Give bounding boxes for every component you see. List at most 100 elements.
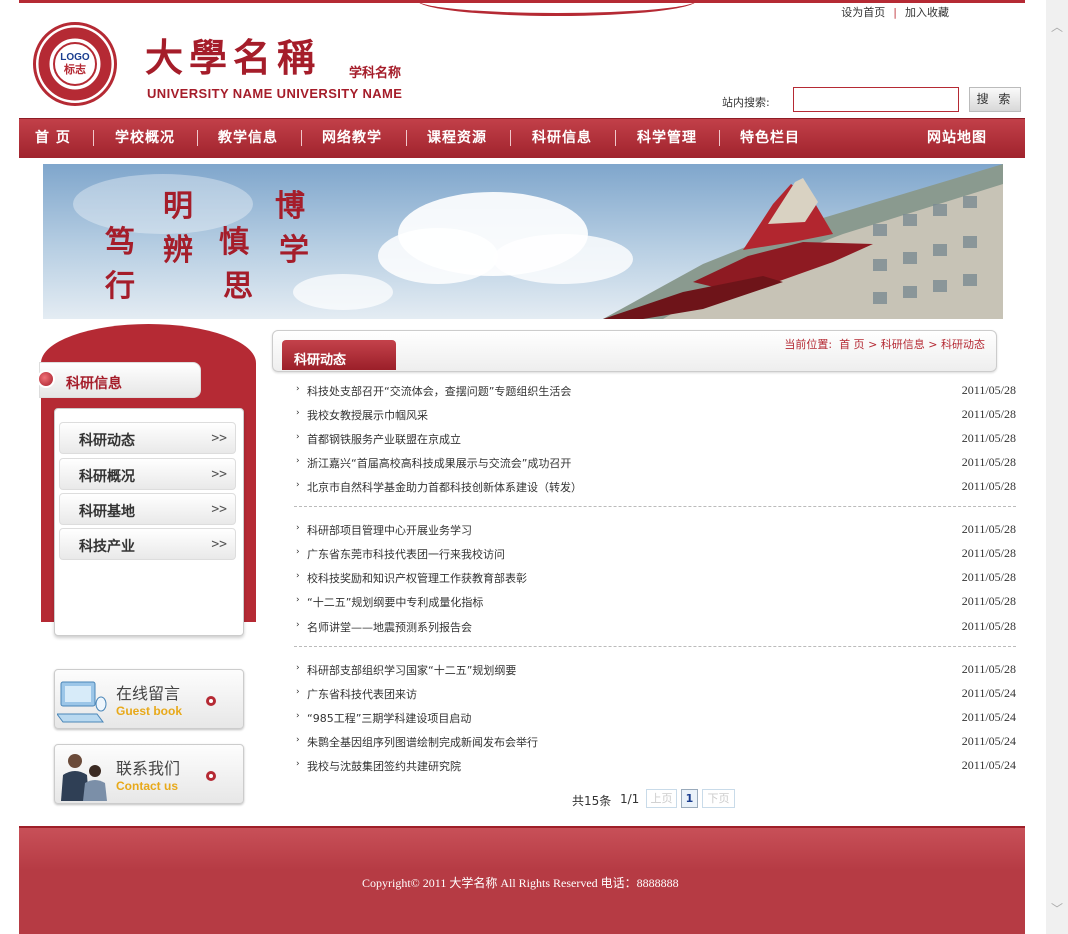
main-nav: 首 页 学校概况 教学信息 网络教学 课程资源 科研信息 科学管理 特色栏目 网… xyxy=(19,118,1025,158)
dashed-divider xyxy=(294,506,1016,507)
add-favorite-link[interactable]: 加入收藏 xyxy=(905,6,949,19)
sidebar-item-research-base[interactable]: 科研基地 >> xyxy=(59,493,236,525)
bullet-icon: › xyxy=(296,571,300,581)
breadcrumb: 当前位置: 首 页 > 科研信息 > 科研动态 xyxy=(784,336,985,352)
news-date: 2011/05/28 xyxy=(961,594,1016,608)
next-page-button[interactable]: 下页 xyxy=(702,789,735,808)
news-date: 2011/05/28 xyxy=(961,522,1016,536)
dashed-divider xyxy=(294,646,1016,647)
news-item[interactable]: › 校科技奖励和知识产权管理工作获教育部表彰 2011/05/28 xyxy=(294,567,1016,587)
scroll-down-icon[interactable]: ﹀ xyxy=(1050,902,1064,916)
logo-seal[interactable]: LOGO 标志 xyxy=(33,22,117,106)
nav-separator xyxy=(510,130,511,146)
nav-separator xyxy=(615,130,616,146)
search-button[interactable]: 搜 索 xyxy=(969,87,1021,112)
news-item[interactable]: › 北京市自然科学基金助力首都科技创新体系建设（转发） 2011/05/28 xyxy=(294,476,1016,496)
news-item[interactable]: › 我校女教授展示巾帼风采 2011/05/28 xyxy=(294,404,1016,424)
news-title[interactable]: “985工程”三期学科建设项目启动 xyxy=(307,710,471,726)
nav-science-management[interactable]: 科学管理 xyxy=(637,119,697,159)
banner-char: 笃 xyxy=(105,225,135,260)
banner-image: 明 博 笃 辨 慎 学 行 思 xyxy=(43,164,1003,319)
breadcrumb-home[interactable]: 首 页 xyxy=(839,338,865,351)
scroll-up-icon[interactable]: ︿ xyxy=(1050,20,1064,34)
news-item[interactable]: › 名师讲堂——地震预测系列报告会 2011/05/28 xyxy=(294,616,1016,636)
news-item[interactable]: › 首都钢铁服务产业联盟在京成立 2011/05/28 xyxy=(294,428,1016,448)
news-title[interactable]: 校科技奖励和知识产权管理工作获教育部表彰 xyxy=(307,570,527,586)
site-name-english: UNIVERSITY NAME UNIVERSITY NAME xyxy=(147,86,403,101)
breadcrumb-sep: > xyxy=(868,338,878,351)
nav-course-resources[interactable]: 课程资源 xyxy=(427,119,487,159)
news-item[interactable]: › 科技处支部召开“交流体会，查摆问题”专题组织生活会 2011/05/28 xyxy=(294,380,1016,400)
page-1-button[interactable]: 1 xyxy=(681,789,698,808)
news-item[interactable]: › 朱鹮全基因组序列图谱绘制完成新闻发布会举行 2011/05/24 xyxy=(294,731,1016,751)
logo-text: LOGO xyxy=(60,52,90,63)
news-title[interactable]: 广东省科技代表团来访 xyxy=(307,686,417,702)
breadcrumb-section[interactable]: 科研信息 xyxy=(881,338,925,351)
sidebar-bullet-icon xyxy=(37,370,55,388)
news-item[interactable]: › 浙江嘉兴“首届高校高科技成果展示与交流会”成功召开 2011/05/28 xyxy=(294,452,1016,472)
news-title[interactable]: 我校与沈鼓集团签约共建研究院 xyxy=(307,758,461,774)
top-links-separator: | xyxy=(893,6,897,19)
breadcrumb-current: 科研动态 xyxy=(941,338,985,351)
news-date: 2011/05/28 xyxy=(961,431,1016,445)
news-title[interactable]: 首都钢铁服务产业联盟在京成立 xyxy=(307,431,461,447)
nav-teaching-info[interactable]: 教学信息 xyxy=(218,119,278,159)
nav-home[interactable]: 首 页 xyxy=(35,119,71,159)
nav-online-teaching[interactable]: 网络教学 xyxy=(322,119,382,159)
news-date: 2011/05/24 xyxy=(961,710,1016,724)
news-item[interactable]: › “十二五”规划纲要中专利成量化指标 2011/05/28 xyxy=(294,591,1016,611)
bullet-icon: › xyxy=(296,408,300,418)
contact-us-button[interactable]: 联系我们 Contact us xyxy=(54,744,244,804)
news-title[interactable]: 科技处支部召开“交流体会，查摆问题”专题组织生活会 xyxy=(307,383,571,399)
people-icon xyxy=(61,754,107,801)
sidebar-item-label: 科技产业 xyxy=(79,539,135,555)
news-item[interactable]: › 科研部项目管理中心开展业务学习 2011/05/28 xyxy=(294,519,1016,539)
banner-char: 慎 xyxy=(219,225,249,260)
bullet-icon: › xyxy=(296,480,300,490)
nav-research-info[interactable]: 科研信息 xyxy=(532,119,592,159)
search-input[interactable] xyxy=(793,87,959,112)
site-name: 大學名稱 xyxy=(145,35,322,80)
news-item[interactable]: › “985工程”三期学科建设项目启动 2011/05/24 xyxy=(294,707,1016,727)
top-arc-decoration xyxy=(417,0,697,16)
news-date: 2011/05/28 xyxy=(961,570,1016,584)
sidebar-item-tech-industry[interactable]: 科技产业 >> xyxy=(59,528,236,560)
news-title[interactable]: 广东省东莞市科技代表团一行来我校访问 xyxy=(307,546,505,562)
nav-sitemap[interactable]: 网站地图 xyxy=(927,119,987,159)
news-item[interactable]: › 广东省东莞市科技代表团一行来我校访问 2011/05/28 xyxy=(294,543,1016,563)
news-title[interactable]: 名师讲堂——地震预测系列报告会 xyxy=(307,619,472,635)
news-date: 2011/05/24 xyxy=(961,758,1016,772)
news-title[interactable]: “十二五”规划纲要中专利成量化指标 xyxy=(307,594,483,610)
nav-separator xyxy=(406,130,407,146)
pager-pages: 1/1 xyxy=(620,792,640,806)
prev-page-button[interactable]: 上页 xyxy=(646,789,677,808)
nav-separator xyxy=(197,130,198,146)
news-title[interactable]: 北京市自然科学基金助力首都科技创新体系建设（转发） xyxy=(307,479,582,495)
banner-char: 学 xyxy=(279,233,309,268)
nav-school-overview[interactable]: 学校概况 xyxy=(115,119,175,159)
news-title[interactable]: 朱鹮全基因组序列图谱绘制完成新闻发布会举行 xyxy=(307,734,538,750)
sidebar-item-research-news[interactable]: 科研动态 >> xyxy=(59,422,236,454)
nav-featured[interactable]: 特色栏目 xyxy=(740,119,800,159)
news-title[interactable]: 浙江嘉兴“首届高校高科技成果展示与交流会”成功召开 xyxy=(307,455,571,471)
banner-char: 行 xyxy=(104,269,135,304)
news-title[interactable]: 我校女教授展示巾帼风采 xyxy=(307,407,428,423)
banner-char: 辨 xyxy=(163,233,193,268)
news-item[interactable]: › 科研部支部组织学习国家“十二五”规划纲要 2011/05/28 xyxy=(294,659,1016,679)
pager-total: 共15条 xyxy=(572,794,612,808)
breadcrumb-prefix: 当前位置: xyxy=(784,338,833,351)
set-home-link[interactable]: 设为首页 xyxy=(841,6,885,19)
nav-separator xyxy=(719,130,720,146)
vertical-scrollbar[interactable]: ︿ ﹀ xyxy=(1046,0,1068,934)
news-date: 2011/05/28 xyxy=(961,479,1016,493)
guestbook-button[interactable]: 在线留言 Guest book xyxy=(54,669,244,729)
sidebar-item-research-overview[interactable]: 科研概况 >> xyxy=(59,458,236,490)
breadcrumb-sep: > xyxy=(928,338,938,351)
news-date: 2011/05/28 xyxy=(961,383,1016,397)
news-title[interactable]: 科研部支部组织学习国家“十二五”规划纲要 xyxy=(307,662,516,678)
circle-arrow-icon xyxy=(206,696,216,706)
news-title[interactable]: 科研部项目管理中心开展业务学习 xyxy=(307,522,472,538)
news-item[interactable]: › 广东省科技代表团来访 2011/05/24 xyxy=(294,683,1016,703)
news-item[interactable]: › 我校与沈鼓集团签约共建研究院 2011/05/24 xyxy=(294,755,1016,775)
news-date: 2011/05/24 xyxy=(961,686,1016,700)
